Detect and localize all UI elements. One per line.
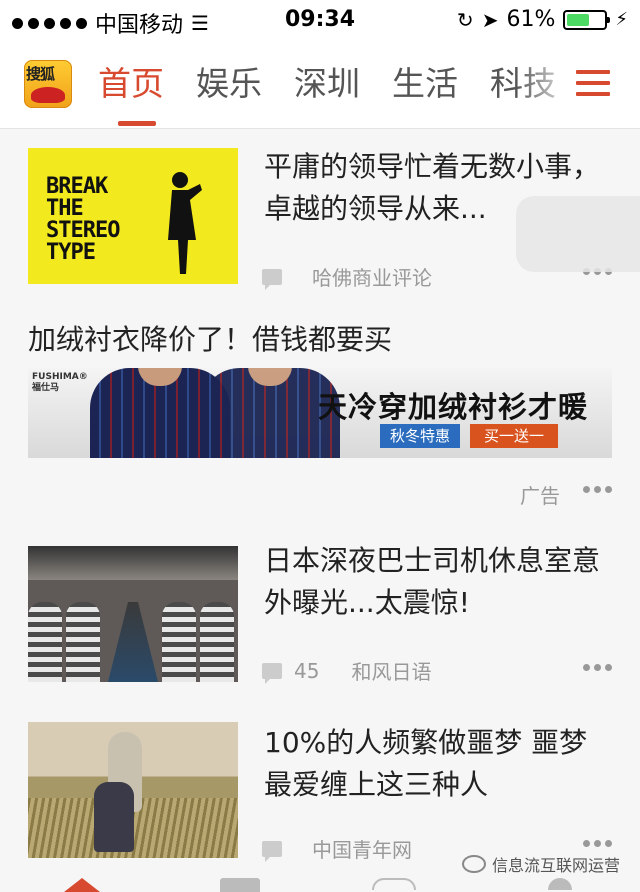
video-tab-icon[interactable] [220, 878, 260, 892]
profile-tab-icon[interactable] [548, 878, 572, 890]
thumbnail-text: BREAK THE STEREO TYPE [46, 174, 120, 265]
ad-banner[interactable]: FUSHIMA® 福仕马 天冷穿加绒衬衫才暖 秋冬特惠 买一送一 [28, 368, 612, 458]
location-icon: ➤ [481, 7, 499, 32]
more-options-icon[interactable] [583, 664, 612, 671]
logo-text: 搜狐 [26, 65, 55, 83]
article-meta: 45 和风日语 [262, 656, 431, 685]
tabs-fade [516, 40, 576, 128]
battery-percent: 61% [506, 7, 556, 32]
article-title[interactable]: 10%的人频繁做噩梦 噩梦最爱缠上这三种人 [264, 722, 604, 806]
ad-tag-offer: 买一送一 [470, 424, 559, 448]
ad-title[interactable]: 加绒衬衣降价了！借钱都要买 [28, 318, 392, 358]
channel-tabs: 首页 娱乐 深圳 生活 科技 [96, 40, 576, 128]
charging-icon: ⚡ [615, 9, 628, 30]
article-meta: 中国青年网 [262, 834, 412, 863]
comment-icon [262, 268, 282, 290]
article-source: 中国青年网 [312, 838, 412, 862]
ad-brand: FUSHIMA® 福仕马 [32, 372, 88, 393]
person-figure-icon [168, 172, 202, 274]
ad-slogan: 天冷穿加绒衬衫才暖 [318, 390, 589, 424]
status-right: ↻ ➤ 61% ⚡ [457, 7, 628, 32]
comment-icon [262, 840, 282, 862]
more-options-icon[interactable] [583, 840, 612, 847]
tab-home[interactable]: 首页 [96, 40, 180, 128]
ad-tag-promo: 秋冬特惠 [380, 424, 461, 448]
tab-entertainment[interactable]: 娱乐 [180, 40, 278, 128]
battery-icon [563, 9, 611, 30]
article-thumbnail[interactable] [28, 722, 238, 858]
watermark-text: 信息流互联网运营 [492, 856, 621, 875]
article-title[interactable]: 日本深夜巴士司机休息室意外曝光...太震惊! [264, 540, 604, 624]
article-meta: 哈佛商业评论 [262, 262, 432, 291]
watermark: 信息流互联网运营 [462, 852, 620, 876]
floating-assistive-button[interactable] [516, 196, 640, 272]
status-bar: 中国移动 ☰ 09:34 ↻ ➤ 61% ⚡ [0, 0, 640, 40]
sohu-logo[interactable]: 搜狐 [24, 60, 72, 108]
rotation-lock-icon: ↻ [456, 7, 474, 32]
more-options-icon[interactable] [583, 486, 612, 493]
article-thumbnail[interactable] [28, 546, 238, 682]
article-source: 和风日语 [351, 660, 432, 684]
ad-label: 广告 [520, 484, 560, 508]
tab-life[interactable]: 生活 [376, 40, 474, 128]
bottom-tab-bar [0, 878, 640, 892]
comment-count: 45 [294, 658, 320, 683]
wechat-icon [462, 855, 486, 873]
comment-icon [262, 662, 282, 684]
logo-hand-icon [31, 87, 65, 103]
article-source: 哈佛商业评论 [312, 266, 432, 290]
home-tab-icon[interactable] [64, 878, 100, 892]
article-thumbnail[interactable]: BREAK THE STEREO TYPE [28, 148, 238, 284]
top-nav: 搜狐 首页 娱乐 深圳 生活 科技 [0, 40, 640, 129]
subscribe-tab-icon[interactable] [372, 878, 416, 890]
tab-shenzhen[interactable]: 深圳 [278, 40, 376, 128]
menu-icon[interactable] [576, 70, 610, 100]
